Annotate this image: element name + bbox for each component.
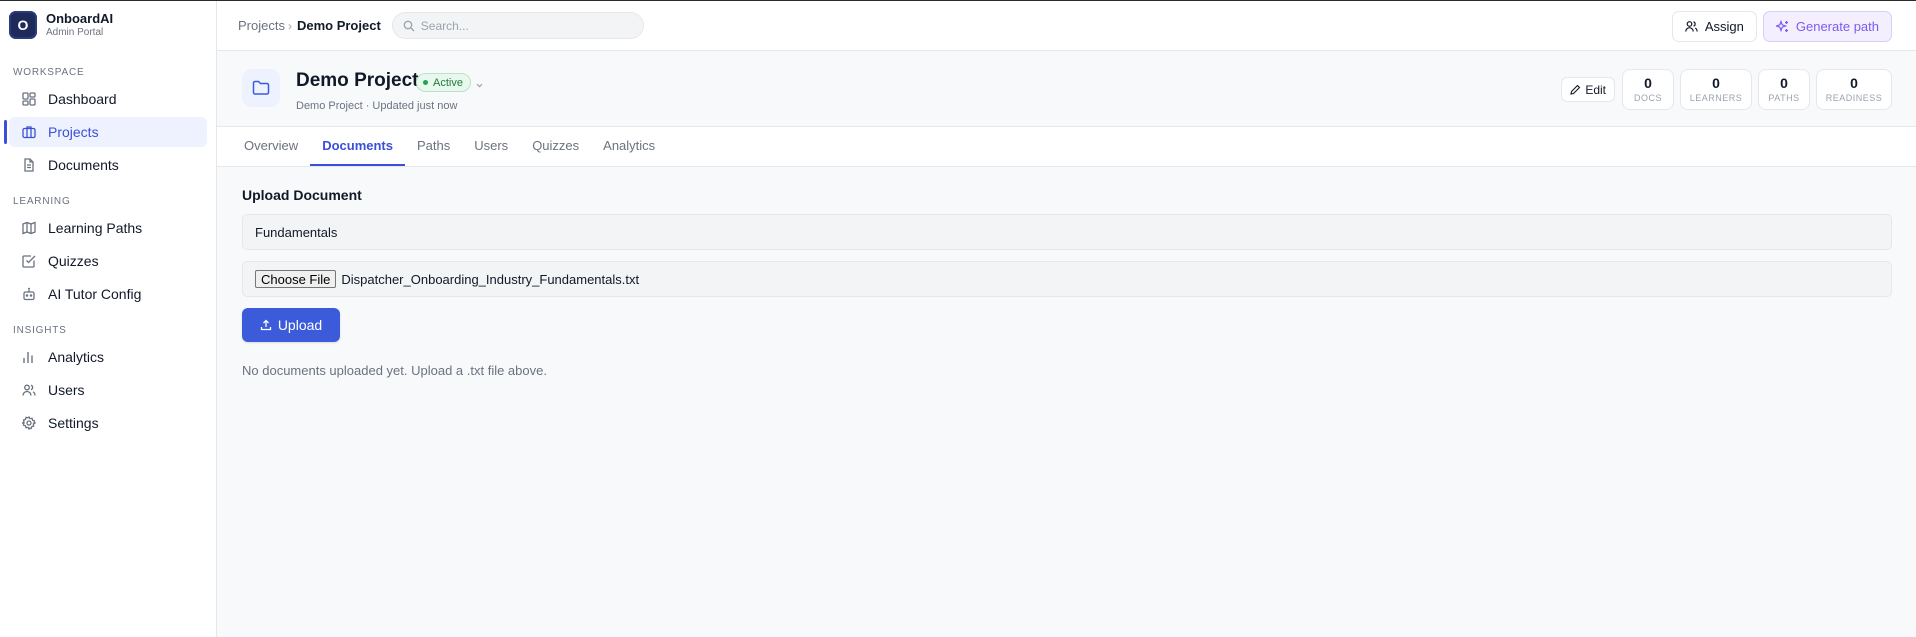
breadcrumb: Projects › Demo Project [238,18,381,33]
project-subtitle: Demo Project · Updated just now [296,100,458,112]
stat-value: 0 [1780,75,1788,91]
stat-paths: 0 PATHS [1758,69,1810,110]
stat-value: 0 [1644,75,1652,91]
stat-label: PATHS [1768,93,1800,103]
tab-documents[interactable]: Documents [310,127,405,166]
edit-button[interactable]: Edit [1561,77,1615,102]
status-label: Active [433,76,463,89]
sidebar-item-dashboard[interactable]: Dashboard [9,84,207,114]
section-title: Upload Document [242,187,362,203]
nav-section-insights: INSIGHTS [13,325,67,336]
documents-panel: Upload Document Choose File Dispatcher_O… [217,167,1916,378]
project-title: Demo Project [296,70,419,91]
sidebar-item-analytics[interactable]: Analytics [9,342,207,372]
users-icon [21,383,36,398]
brand-logo: O [9,11,37,39]
breadcrumb-current: Demo Project [296,18,381,33]
search-box[interactable] [391,12,644,39]
sidebar-item-learning-paths[interactable]: Learning Paths [9,213,207,243]
generate-path-label: Generate path [1795,19,1879,34]
project-tabs: Overview Documents Paths Users Quizzes A… [217,126,1916,167]
brand-name: OnboardAI [46,11,114,26]
sidebar-item-users[interactable]: Users [9,375,207,405]
sidebar-item-label: Learning Paths [48,220,143,236]
sidebar-item-label: Analytics [48,349,105,365]
stat-label: READINESS [1825,93,1883,103]
sidebar-item-ai-tutor-config[interactable]: AI Tutor Config [9,279,207,309]
breadcrumb-projects-link[interactable]: Projects [238,18,285,33]
sidebar-item-projects[interactable]: Projects [4,117,207,147]
breadcrumb-separator: › [287,18,292,33]
user-plus-icon [1685,20,1705,33]
tab-analytics[interactable]: Analytics [591,127,667,166]
sidebar-item-label: Documents [48,157,119,173]
stat-docs: 0 DOCS [1622,69,1674,110]
folder-icon [242,69,280,107]
sidebar-item-label: Quizzes [48,253,99,269]
bar-chart-icon [21,350,36,365]
sidebar-item-label: AI Tutor Config [48,286,142,302]
file-picker[interactable]: Choose File Dispatcher_Onboarding_Indust… [242,261,1892,297]
sidebar-item-label: Settings [48,415,99,431]
brand[interactable]: O OnboardAI Admin Portal [0,1,216,49]
choose-file-button[interactable]: Choose File [255,270,337,288]
stat-label: LEARNERS [1689,93,1743,103]
tab-paths[interactable]: Paths [405,127,462,166]
sidebar-item-settings[interactable]: Settings [9,408,207,438]
status-badge[interactable]: Active [416,73,471,92]
gear-icon [21,416,36,431]
tab-quizzes[interactable]: Quizzes [520,127,591,166]
edit-label: Edit [1585,82,1606,97]
map-icon [21,221,36,236]
document-icon [21,158,36,173]
checkbox-icon [21,254,36,269]
stat-value: 0 [1850,75,1858,91]
document-title-input[interactable] [242,214,1892,250]
nav-section-learning: LEARNING [13,196,71,207]
brand-subtitle: Admin Portal [46,27,104,38]
empty-state-message: No documents uploaded yet. Upload a .txt… [242,363,547,378]
stat-value: 0 [1712,75,1720,91]
tab-overview[interactable]: Overview [232,127,310,166]
upload-button[interactable]: Upload [242,308,340,342]
main-area: Projects › Demo Project Assign Generate … [217,1,1916,637]
project-header: Demo Project Active Demo Project · Updat… [217,51,1916,126]
status-dot [423,80,428,85]
nav-section-workspace: WORKSPACE [13,67,85,78]
topbar: Projects › Demo Project Assign Generate … [217,1,1916,51]
briefcase-icon [21,125,36,140]
sidebar-item-label: Projects [48,124,99,140]
sidebar-item-label: Dashboard [48,91,117,107]
sparkles-icon [1775,20,1796,33]
search-input[interactable] [420,18,621,33]
sidebar: O OnboardAI Admin Portal WORKSPACE Dashb… [0,1,217,637]
bot-icon [21,287,36,302]
sidebar-item-documents[interactable]: Documents [9,150,207,180]
chevron-down-icon[interactable] [475,77,484,95]
pencil-icon [1570,84,1585,95]
stat-learners: 0 LEARNERS [1680,69,1752,110]
dashboard-icon [21,92,36,107]
stat-label: DOCS [1633,93,1662,103]
assign-button[interactable]: Assign [1671,11,1757,42]
upload-label: Upload [277,317,323,333]
generate-path-button[interactable]: Generate path [1762,11,1892,42]
search-icon [403,20,415,32]
tab-users[interactable]: Users [462,127,520,166]
stat-readiness: 0 READINESS [1816,69,1892,110]
sidebar-item-quizzes[interactable]: Quizzes [9,246,207,276]
selected-file-name: Dispatcher_Onboarding_Industry_Fundament… [341,271,640,287]
upload-icon [260,319,278,331]
sidebar-item-label: Users [48,382,85,398]
assign-label: Assign [1704,19,1744,34]
